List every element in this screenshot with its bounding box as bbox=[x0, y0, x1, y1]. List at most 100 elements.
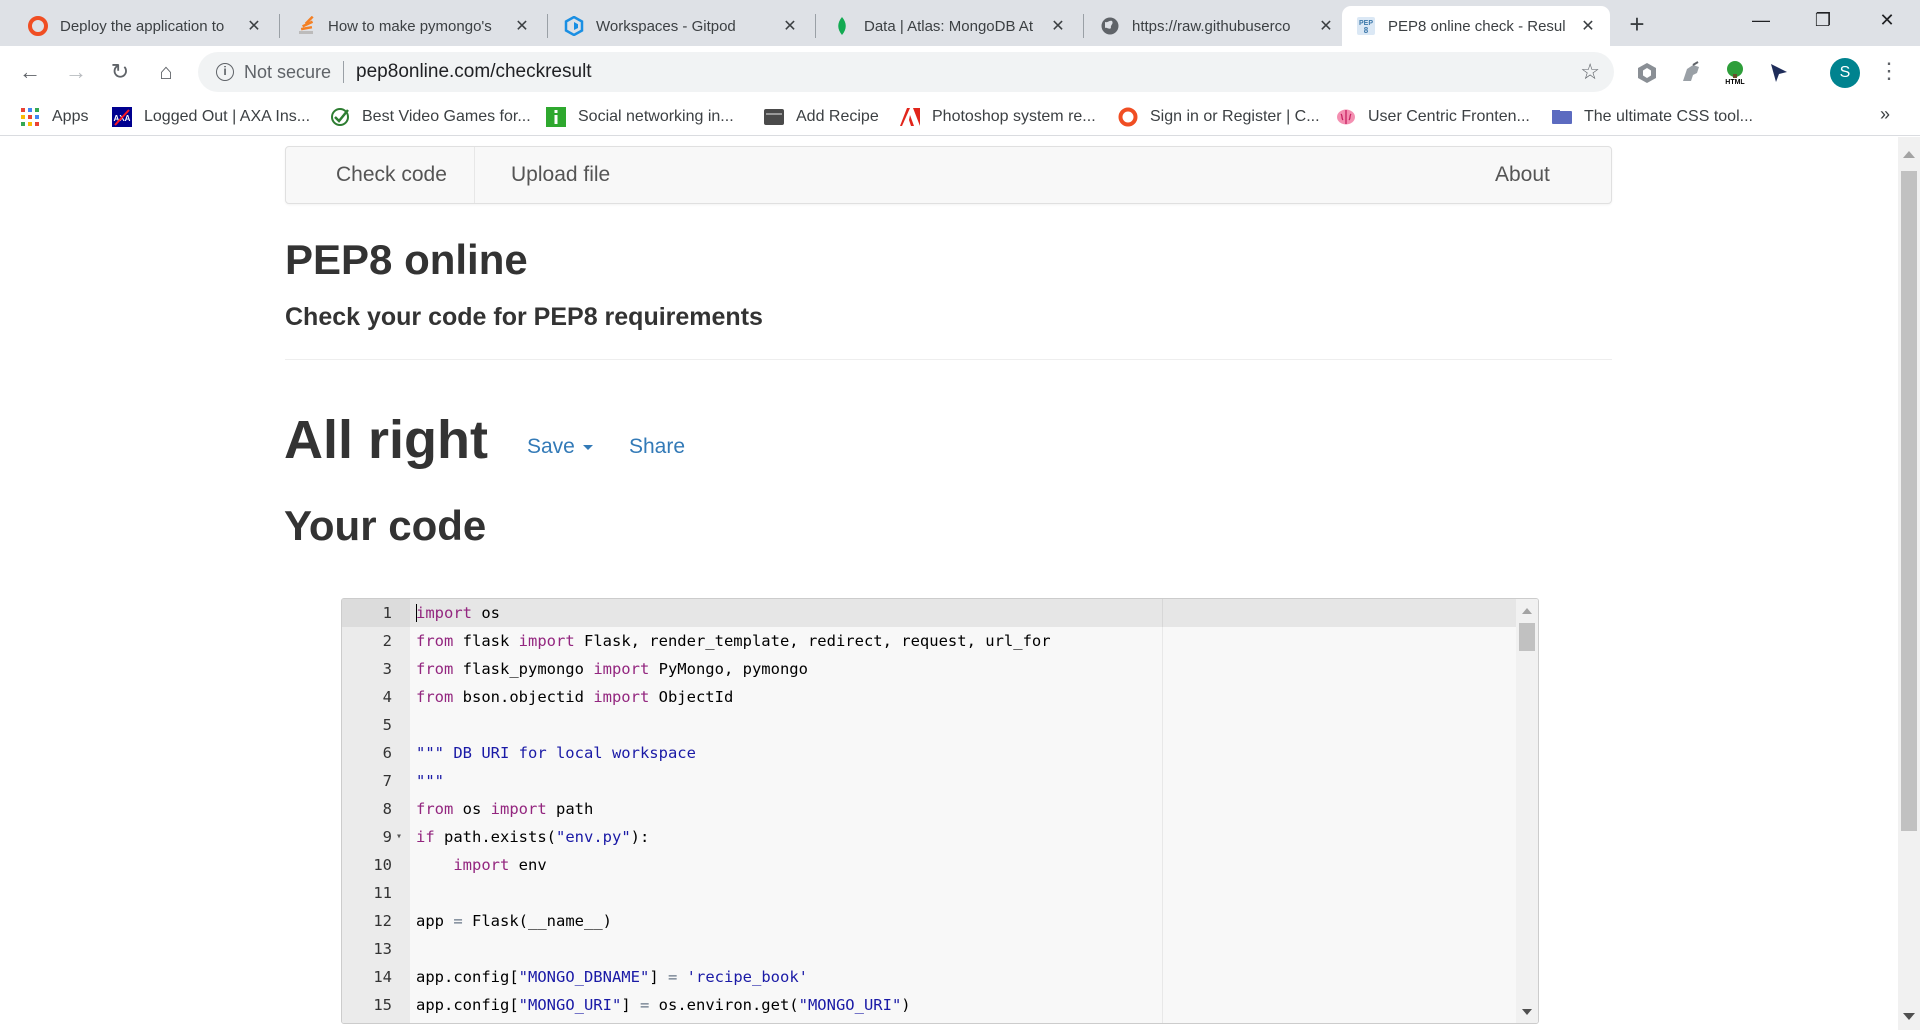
info-icon[interactable]: i bbox=[216, 63, 234, 81]
extension-cursor-icon[interactable] bbox=[1766, 60, 1792, 86]
code-line[interactable]: 15 app.config["MONGO_URI"] = os.environ.g… bbox=[342, 991, 1516, 1019]
new-tab-button[interactable]: + bbox=[1622, 10, 1652, 40]
bookmarks-overflow-button[interactable]: » bbox=[1880, 104, 1890, 125]
bookmark-label: Social networking in... bbox=[578, 108, 734, 125]
bookmark-star-icon[interactable]: ☆ bbox=[1580, 59, 1600, 85]
code-line[interactable]: 11 bbox=[342, 879, 1516, 907]
bookmark-label: Apps bbox=[52, 108, 89, 125]
browser-menu-icon[interactable]: ⋮ bbox=[1878, 58, 1900, 88]
tab-title: Data | Atlas: MongoDB At bbox=[864, 17, 1033, 35]
close-window-button[interactable]: ✕ bbox=[1864, 4, 1910, 36]
browser-tab-active[interactable]: PEP 8 PEP8 online check - Resul ✕ bbox=[1342, 6, 1610, 46]
close-icon[interactable]: ✕ bbox=[512, 16, 532, 36]
line-number: 3 bbox=[382, 660, 392, 678]
nav-upload-file[interactable]: Upload file bbox=[511, 147, 610, 203]
code-line[interactable]: 8 from os import path bbox=[342, 795, 1516, 823]
code-line[interactable]: 2 from flask import Flask, render_templat… bbox=[342, 627, 1516, 655]
bookmarks-bar: Apps AXA Logged Out | AXA Ins... Best Vi… bbox=[0, 98, 1920, 136]
scroll-thumb[interactable] bbox=[1901, 171, 1917, 831]
code-line[interactable]: 9 ▾ if path.exists("env.py"): bbox=[342, 823, 1516, 851]
code-text: import os bbox=[416, 604, 500, 622]
browser-tab[interactable]: https://raw.githubuserco ✕ bbox=[1086, 6, 1348, 46]
line-number: 1 bbox=[382, 604, 392, 622]
code-editor[interactable]: 1 import os 2 from flask import Flask, rend… bbox=[341, 598, 1539, 1024]
code-line[interactable]: 3 from flask_pymongo import PyMongo, pymo… bbox=[342, 655, 1516, 683]
axa-icon: AXA bbox=[112, 107, 132, 127]
bookmark-apps[interactable]: Apps bbox=[20, 104, 88, 130]
scroll-thumb[interactable] bbox=[1519, 623, 1535, 651]
forward-button[interactable]: → bbox=[60, 56, 92, 88]
bookmark-video-games[interactable]: Best Video Games for... bbox=[330, 104, 531, 130]
profile-avatar[interactable]: S bbox=[1830, 58, 1860, 88]
scroll-up-icon[interactable] bbox=[1522, 608, 1532, 614]
tab-separator bbox=[547, 14, 548, 38]
globe-icon bbox=[1100, 16, 1120, 36]
bookmark-add-recipe[interactable]: Add Recipe bbox=[764, 104, 879, 130]
fold-arrow-icon[interactable]: ▾ bbox=[396, 823, 406, 851]
code-text: app.config["MONGO_DBNAME"] = 'recipe_boo… bbox=[416, 968, 808, 986]
bookmark-css-tool[interactable]: The ultimate CSS tool... bbox=[1552, 104, 1753, 130]
close-icon[interactable]: ✕ bbox=[780, 16, 800, 36]
line-number: 12 bbox=[373, 912, 392, 930]
line-number: 6 bbox=[382, 744, 392, 762]
tab-title: Deploy the application to bbox=[60, 17, 225, 35]
scroll-down-icon[interactable] bbox=[1903, 1013, 1915, 1020]
close-icon[interactable]: ✕ bbox=[244, 16, 264, 36]
reload-button[interactable]: ↻ bbox=[104, 56, 136, 88]
tab-title: https://raw.githubuserco bbox=[1132, 17, 1291, 35]
stackoverflow-icon bbox=[296, 16, 316, 36]
nav-check-code[interactable]: Check code bbox=[336, 147, 447, 203]
browser-tab[interactable]: Workspaces - Gitpod ✕ bbox=[550, 6, 812, 46]
minimize-button[interactable]: — bbox=[1738, 4, 1784, 36]
browser-tab[interactable]: Data | Atlas: MongoDB At ✕ bbox=[818, 6, 1080, 46]
mongodb-leaf-icon bbox=[832, 16, 852, 36]
page-scrollbar[interactable] bbox=[1898, 137, 1920, 1030]
url-text[interactable]: pep8online.com/checkresult bbox=[356, 61, 1580, 83]
bookmark-social-networking[interactable]: Social networking in... bbox=[546, 104, 734, 130]
code-line[interactable]: 4 from bson.objectid import ObjectId bbox=[342, 683, 1516, 711]
code-heading: Your code bbox=[284, 502, 487, 549]
code-line[interactable]: 5 bbox=[342, 711, 1516, 739]
close-icon[interactable]: ✕ bbox=[1316, 16, 1336, 36]
extension-html-tree-icon[interactable]: HTML bbox=[1722, 60, 1748, 86]
code-line[interactable]: 1 import os bbox=[342, 599, 1516, 627]
bookmark-photoshop[interactable]: Photoshop system re... bbox=[900, 104, 1096, 130]
close-icon[interactable]: ✕ bbox=[1578, 16, 1598, 36]
page-viewport: Check code Upload file About PEP8 online… bbox=[0, 137, 1898, 1030]
bookmark-label: Logged Out | AXA Ins... bbox=[144, 108, 311, 125]
code-line[interactable]: 12 app = Flask(__name__) bbox=[342, 907, 1516, 935]
line-number: 11 bbox=[373, 884, 392, 902]
code-line[interactable]: 10 import env bbox=[342, 851, 1516, 879]
close-icon[interactable]: ✕ bbox=[1048, 16, 1068, 36]
browser-tab-strip: Deploy the application to ✕ How to make … bbox=[0, 0, 1920, 46]
extension-hexagon-icon[interactable] bbox=[1634, 60, 1660, 86]
back-button[interactable]: ← bbox=[14, 56, 46, 88]
address-bar[interactable]: i Not secure pep8online.com/checkresult … bbox=[198, 52, 1614, 92]
scroll-up-icon[interactable] bbox=[1903, 151, 1915, 158]
checkmark-icon bbox=[330, 107, 350, 127]
code-line[interactable]: 7 """ bbox=[342, 767, 1516, 795]
browser-tab[interactable]: How to make pymongo's ✕ bbox=[282, 6, 544, 46]
code-line[interactable]: 14 app.config["MONGO_DBNAME"] = 'recipe_b… bbox=[342, 963, 1516, 991]
extension-unicorn-icon[interactable] bbox=[1678, 60, 1704, 86]
svg-text:8: 8 bbox=[1364, 26, 1369, 35]
save-dropdown-button[interactable]: Save bbox=[527, 435, 593, 459]
home-button[interactable]: ⌂ bbox=[150, 56, 182, 88]
bookmark-axa[interactable]: AXA Logged Out | AXA Ins... bbox=[112, 104, 310, 130]
maximize-button[interactable]: ❐ bbox=[1800, 4, 1846, 36]
editor-scrollbar[interactable] bbox=[1516, 599, 1538, 1023]
tab-separator bbox=[1083, 14, 1084, 38]
code-line[interactable]: 6 """ DB URI for local workspace bbox=[342, 739, 1516, 767]
code-line[interactable]: 13 bbox=[342, 935, 1516, 963]
bookmark-sign-in[interactable]: Sign in or Register | C... bbox=[1118, 104, 1320, 130]
share-link[interactable]: Share bbox=[629, 435, 685, 459]
security-indicator[interactable]: Not secure bbox=[244, 62, 331, 83]
line-number: 5 bbox=[382, 716, 392, 734]
scroll-down-icon[interactable] bbox=[1522, 1009, 1532, 1015]
line-number: 15 bbox=[373, 996, 392, 1014]
nav-about[interactable]: About bbox=[1495, 147, 1550, 203]
line-number: 7 bbox=[382, 772, 392, 790]
bookmark-user-centric[interactable]: User Centric Fronten... bbox=[1336, 104, 1530, 130]
page-subtitle: Check your code for PEP8 requirements bbox=[285, 303, 763, 331]
browser-tab[interactable]: Deploy the application to ✕ bbox=[14, 6, 276, 46]
